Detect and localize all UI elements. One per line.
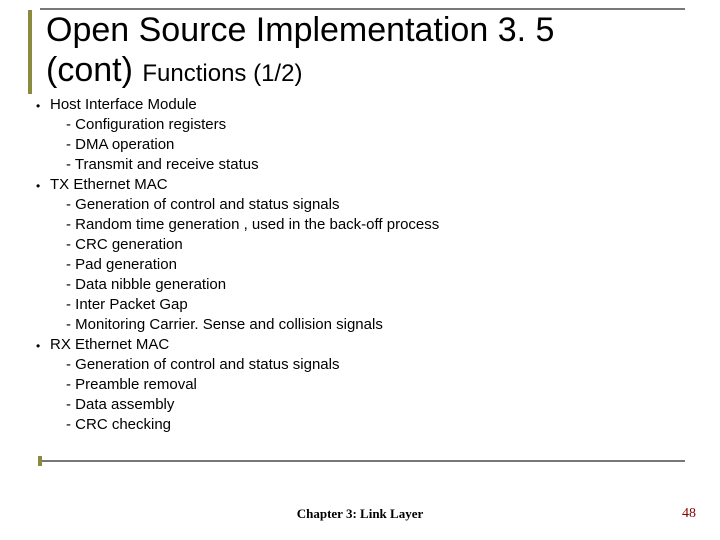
title-box: Open Source Implementation 3. 5 (cont) F… — [28, 10, 554, 94]
slide: Open Source Implementation 3. 5 (cont) F… — [0, 0, 720, 540]
bullet-item: - Transmit and receive status — [40, 155, 690, 175]
footer-chapter: Chapter 3: Link Layer — [0, 506, 720, 522]
bullet-item: - Configuration registers — [40, 115, 690, 135]
body-area: Host Interface Module - Configuration re… — [40, 95, 690, 435]
bullet-item: - Data assembly — [40, 395, 690, 415]
bullet-item: - Preamble removal — [40, 375, 690, 395]
bullet-heading: RX Ethernet MAC — [40, 335, 690, 355]
bullet-item: - Monitoring Carrier. Sense and collisio… — [40, 315, 690, 335]
bullet-item: - Generation of control and status signa… — [40, 355, 690, 375]
title-line2-main: (cont) — [46, 51, 133, 89]
title-line2: (cont) Functions (1/2) — [46, 50, 554, 94]
bullet-item: - Random time generation , used in the b… — [40, 215, 690, 235]
footer-page-number: 48 — [682, 506, 696, 522]
bullet-item: - Inter Packet Gap — [40, 295, 690, 315]
title-line2-sub: Functions (1/2) — [142, 60, 302, 87]
bullet-item: - Data nibble generation — [40, 275, 690, 295]
bullet-heading: TX Ethernet MAC — [40, 175, 690, 195]
bullet-item: - CRC checking — [40, 415, 690, 435]
bullet-heading: Host Interface Module — [40, 95, 690, 115]
title-block: Open Source Implementation 3. 5 (cont) F… — [28, 10, 554, 94]
bullet-item: - Pad generation — [40, 255, 690, 275]
slide-title: Open Source Implementation 3. 5 (cont) F… — [46, 10, 554, 94]
body-rule — [42, 460, 685, 462]
bullet-item: - Generation of control and status signa… — [40, 195, 690, 215]
bullet-item: - DMA operation — [40, 135, 690, 155]
title-line1: Open Source Implementation 3. 5 — [46, 10, 554, 50]
bullet-item: - CRC generation — [40, 235, 690, 255]
